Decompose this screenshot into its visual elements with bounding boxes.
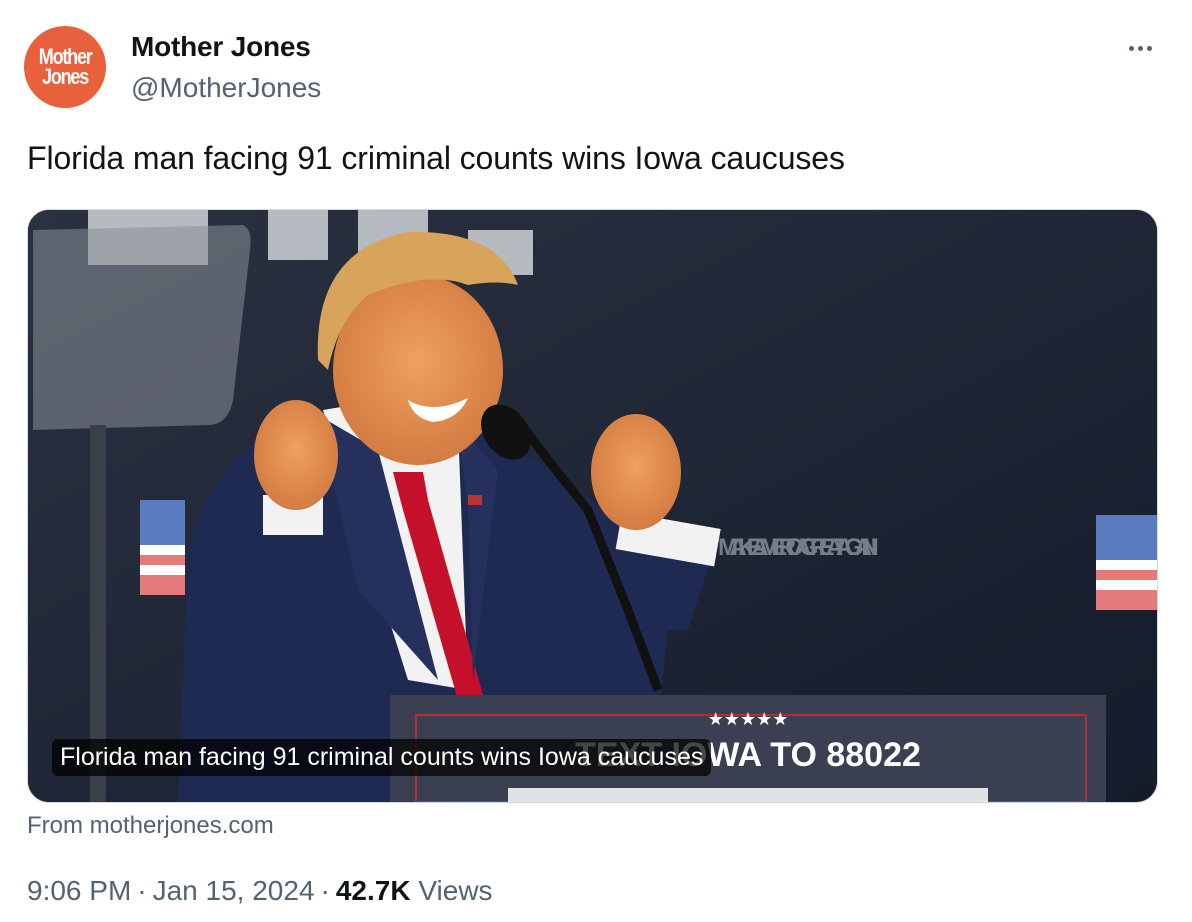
flag-right [1096,515,1157,610]
views-count: 42.7K [335,875,411,906]
avatar-logo-line2: Jones [42,64,89,89]
flag-left [140,500,185,595]
tweet-time[interactable]: 9:06 PM [27,875,131,906]
avatar[interactable]: Mother Jones [24,26,106,108]
tweet-meta: 9:06 PM · Jan 15, 2024 · 42.7K Views [27,875,493,906]
card-source-link[interactable]: From motherjones.com [27,812,274,840]
more-options-icon[interactable] [1120,30,1160,66]
podium-stars: ★★★★★ [708,709,789,729]
views-label: Views [418,875,493,906]
backdrop-text: MAKE AMERICA GREAT AGAIN! [718,534,879,561]
tweet-date[interactable]: Jan 15, 2024 [153,875,315,906]
author-name[interactable]: Mother Jones [131,31,311,63]
card-caption[interactable]: Florida man facing 91 criminal counts wi… [52,739,712,776]
tweet-text: Florida man facing 91 criminal counts wi… [27,140,845,176]
link-card[interactable]: MAKE AMERICA GREAT AGAIN! ★★★★★ TEXT IOW… [27,209,1158,803]
card-image: MAKE AMERICA GREAT AGAIN! ★★★★★ TEXT IOW… [28,210,1157,802]
author-handle[interactable]: @MotherJones [131,72,321,104]
